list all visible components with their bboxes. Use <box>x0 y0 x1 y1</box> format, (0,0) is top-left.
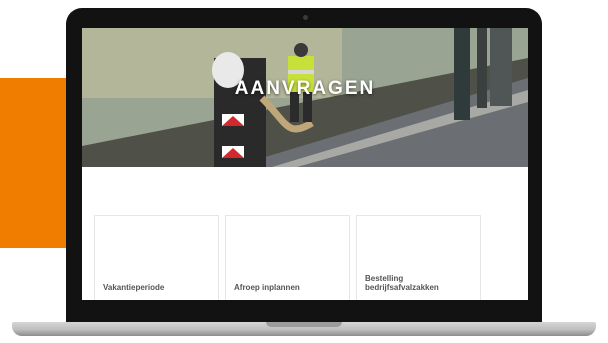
tile-label: Vakantieperiode <box>103 283 165 292</box>
hero-banner: AANVRAGEN <box>82 28 528 167</box>
hero-title: AANVRAGEN <box>234 78 376 99</box>
tile-bestelling-bedrijfsafvalzakken[interactable]: Bestelling bedrijfsafvalzakken <box>356 215 481 300</box>
tile-vakantieperiode[interactable]: Vakantieperiode <box>94 215 219 300</box>
tile-afroep-inplannen[interactable]: Afroep inplannen <box>225 215 350 300</box>
tile-label: Bestelling bedrijfsafvalzakken <box>365 274 439 292</box>
laptop-notch <box>266 322 342 327</box>
webcam-icon <box>303 15 308 20</box>
tile-label: Afroep inplannen <box>234 283 300 292</box>
laptop-screen: AANVRAGEN Vakantieperiode Afroep inplann… <box>82 28 528 300</box>
